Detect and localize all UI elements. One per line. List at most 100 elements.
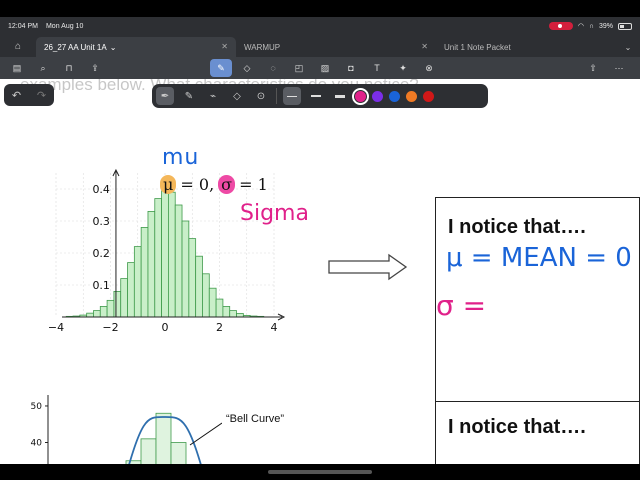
color-swatch-purple[interactable] (372, 90, 383, 102)
close-icon[interactable]: ✕ (221, 42, 228, 51)
mu-symbol: μ (160, 175, 177, 194)
histogram-bar (147, 211, 156, 318)
histogram-bar (120, 278, 128, 318)
sigma-equals: = 1 (239, 175, 268, 194)
x-tick-label: 2 (216, 321, 223, 334)
search-icon[interactable]: ⌕ (32, 59, 54, 77)
battery-percent: 39% (598, 22, 613, 30)
share-page-icon[interactable]: ⇪ (84, 59, 106, 77)
tab-warmup[interactable]: WARMUP ✕ (236, 37, 436, 57)
equation: μ = 0, σ = 1 (160, 175, 268, 194)
mu-equals: = 0, (180, 175, 215, 194)
bookmark-icon[interactable]: ⊓ (58, 59, 80, 77)
histogram-bar (106, 299, 115, 318)
home-icon[interactable]: ⌂ (0, 35, 36, 57)
status-time: 12:04 PM (8, 22, 38, 30)
right-arrow (328, 253, 408, 281)
x-tick-label: 4 (271, 321, 278, 334)
handwritten-mu: mu (162, 145, 200, 170)
tab-unit-1a[interactable]: 26_27 AA Unit 1A ⌄ ✕ (36, 37, 236, 57)
histogram-bar (93, 310, 101, 318)
close-icon[interactable]: ✕ (421, 42, 428, 51)
histogram-bar (154, 198, 162, 318)
lasso-icon[interactable]: ◌ (262, 59, 284, 77)
tab-label-note-packet: Unit 1 Note Packet (444, 42, 511, 52)
pen-tool-icon[interactable]: ✒ (156, 87, 174, 105)
tab-bar: ⌂ 26_27 AA Unit 1A ⌄ ✕ WARMUP ✕ Unit 1 N… (0, 35, 640, 57)
stroke-thin[interactable] (283, 87, 301, 105)
bell-curve-histogram: 304050 (31, 395, 222, 464)
handwritten-mean: μ = MEAN = 0 (446, 243, 632, 273)
tab-label-warmup: WARMUP (244, 42, 281, 52)
notice-box-2: I notice that…. (435, 401, 640, 464)
link-icon[interactable]: ⊗ (418, 59, 440, 77)
y-tick-label: 0.4 (92, 183, 110, 196)
histogram-bar (161, 190, 169, 318)
more-icon[interactable]: ⋯ (608, 59, 630, 77)
histogram-bar (168, 191, 176, 318)
x-tick-label: 0 (162, 321, 169, 334)
bell-curve-label: “Bell Curve” (226, 413, 285, 425)
pen-toolbar-divider (276, 88, 277, 104)
text-icon[interactable]: T (366, 59, 388, 77)
camera-icon[interactable]: ◘ (340, 59, 362, 77)
main-toolbar: ▤ ⌕ ⊓ ⇪ ✎ ◇ ◌ ◰ ▨ ◘ T ✦ ⊗ ⇧ ⋯ (0, 57, 640, 79)
histogram-bar (140, 227, 149, 318)
color-swatch-orange[interactable] (406, 90, 417, 102)
stroke-thick[interactable] (331, 87, 349, 105)
handwritten-sigma: Sigma (240, 201, 309, 226)
chevron-down-icon[interactable]: ⌄ (110, 43, 117, 52)
histogram-bar (215, 298, 224, 318)
pen-toolbar: ✒ ✎ ⌁ ◇ ⊙ (152, 84, 488, 108)
shapes-icon[interactable]: ◰ (288, 59, 310, 77)
tab-label-unit-1a: 26_27 AA Unit 1A (44, 42, 107, 52)
recording-icon[interactable] (548, 22, 573, 30)
eraser-tool-icon[interactable]: ◇ (228, 87, 246, 105)
color-swatch-red[interactable] (423, 90, 434, 102)
histogram-bar (170, 442, 187, 464)
histogram-bar (202, 273, 210, 318)
notice-title-1: I notice that…. (448, 216, 586, 238)
x-tick-label: −4 (48, 321, 64, 334)
sidebar-icon[interactable]: ▤ (6, 59, 28, 77)
histogram-bar (155, 412, 172, 464)
status-bar: 12:04 PM Mon Aug 10 ◠ ∩ 39% (0, 17, 640, 35)
pen-mode-icon[interactable]: ✎ (210, 59, 232, 77)
histogram-bar (208, 287, 217, 318)
histogram-bar (86, 312, 94, 318)
more-tabs-icon[interactable]: ⌄ (616, 37, 640, 57)
y-tick-label: 0.1 (92, 279, 110, 292)
histogram-bar (133, 246, 142, 318)
image-icon[interactable]: ▨ (314, 59, 336, 77)
histogram-bar (99, 306, 108, 318)
handwritten-sigma-equals: σ = (436, 289, 487, 322)
histogram-bar (236, 313, 244, 318)
y-tick-label: 0.3 (92, 215, 110, 228)
color-swatch-blue[interactable] (389, 90, 400, 102)
histogram-bar (127, 262, 135, 318)
undo-icon[interactable]: ↶ (12, 89, 21, 102)
home-indicator[interactable] (268, 470, 372, 474)
notice-title-2: I notice that…. (448, 416, 586, 438)
tab-unit-1-note-packet[interactable]: Unit 1 Note Packet (436, 37, 616, 57)
annotation-pointer (189, 422, 222, 446)
x-tick-label: −2 (102, 321, 118, 334)
color-swatch-pink[interactable] (352, 87, 369, 105)
histogram-bar (140, 438, 157, 464)
eraser-mode-icon[interactable]: ◇ (236, 59, 258, 77)
pencil-tool-icon[interactable]: ✎ (180, 87, 198, 105)
histogram-bar (222, 306, 231, 318)
sticker-icon[interactable]: ✦ (392, 59, 414, 77)
highlighter-tool-icon[interactable]: ⌁ (204, 87, 222, 105)
histogram-bar (174, 204, 183, 318)
lasso-tool-icon[interactable]: ⊙ (252, 87, 270, 105)
histogram-bar (188, 238, 197, 318)
headphones-icon: ∩ (588, 22, 594, 30)
y-tick-label: 0.2 (92, 247, 110, 260)
stroke-medium[interactable] (307, 87, 325, 105)
histogram-bar (181, 220, 190, 318)
sigma-symbol: σ (218, 175, 236, 194)
redo-icon[interactable]: ↷ (37, 89, 46, 102)
export-icon[interactable]: ⇧ (582, 59, 604, 77)
status-date: Mon Aug 10 (45, 22, 84, 30)
